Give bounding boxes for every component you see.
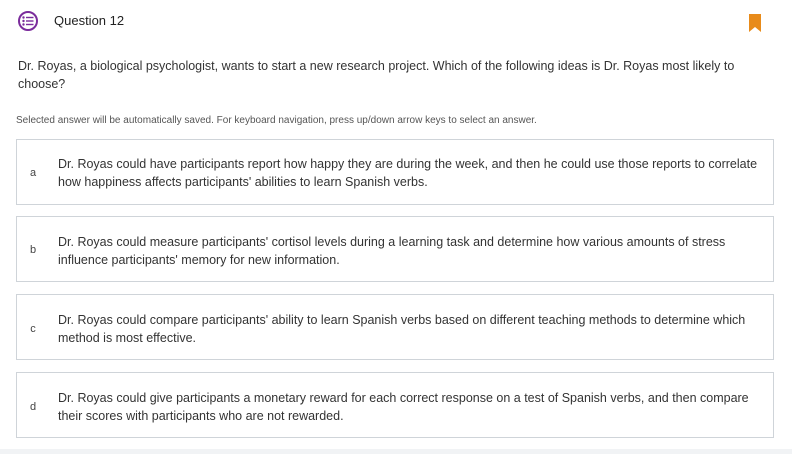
answer-letter: c (30, 323, 36, 335)
answer-option-d[interactable]: d Dr. Royas could give participants a mo… (16, 372, 774, 438)
answer-option-a[interactable]: a Dr. Royas could have participants repo… (16, 139, 774, 205)
question-prompt: Dr. Royas, a biological psychologist, wa… (18, 59, 735, 91)
keyboard-instruction: Selected answer will be automatically sa… (16, 115, 537, 126)
answer-text: Dr. Royas could measure participants' co… (58, 235, 726, 267)
answer-option-b[interactable]: b Dr. Royas could measure participants' … (16, 216, 774, 282)
bottom-divider (0, 449, 792, 454)
question-header: Question 12 (0, 0, 792, 44)
answer-letter: d (29, 401, 37, 413)
question-title: Question 12 (54, 13, 125, 28)
list-circle-icon (18, 11, 38, 31)
answer-text: Dr. Royas could give participants a mone… (58, 391, 749, 423)
answer-text: Dr. Royas could have participants report… (58, 157, 758, 189)
answer-letter: a (29, 167, 37, 179)
answer-letter: b (29, 244, 37, 256)
answer-text: Dr. Royas could compare participants' ab… (58, 313, 746, 345)
bookmark-icon[interactable] (749, 14, 761, 32)
answer-option-c[interactable]: c Dr. Royas could compare participants' … (16, 294, 774, 360)
